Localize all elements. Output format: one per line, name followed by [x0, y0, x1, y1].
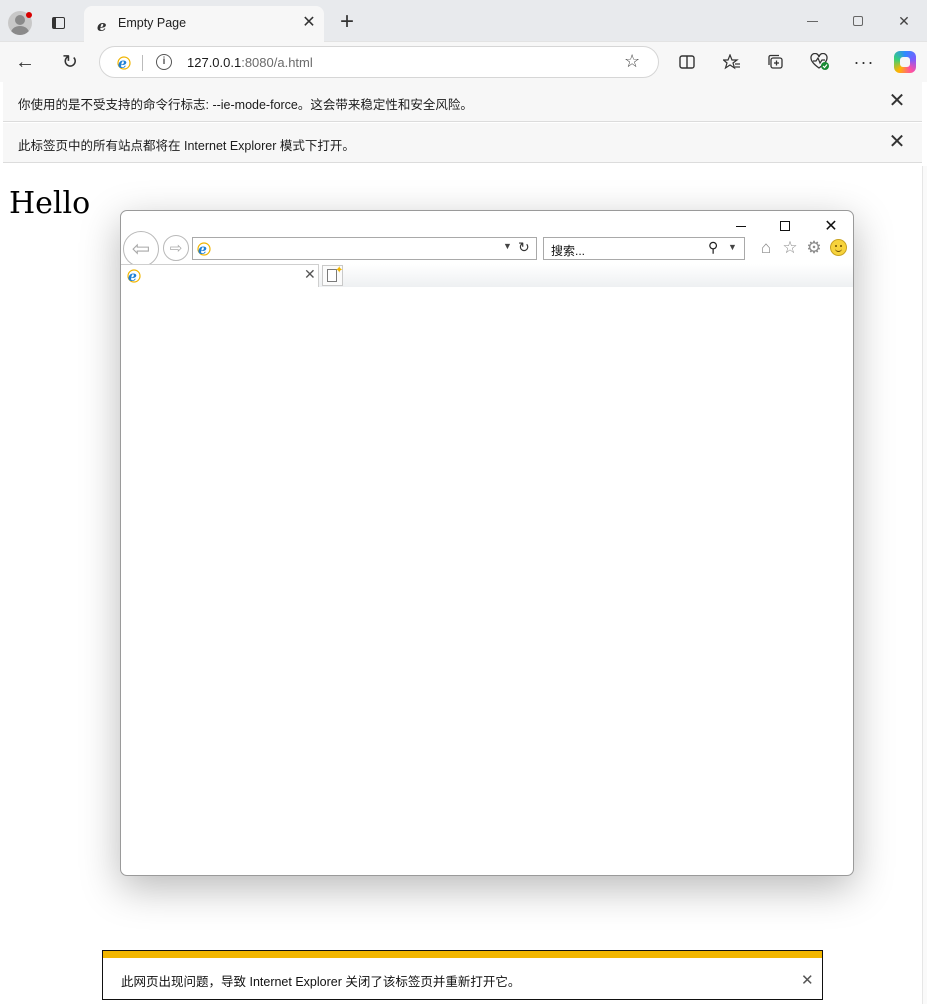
chevron-down-icon[interactable]: ▼ — [728, 242, 737, 252]
close-icon[interactable]: ✕ — [815, 215, 847, 237]
health-icon[interactable] — [805, 48, 835, 76]
notification-message: 此网页出现问题，导致 Internet Explorer 关闭了该标签页并重新打… — [121, 975, 521, 989]
refresh-icon[interactable]: ↻ — [518, 239, 530, 256]
gear-icon[interactable]: ⚙ — [804, 238, 824, 258]
maximize-icon[interactable] — [769, 215, 801, 237]
minimize-icon[interactable] — [725, 215, 757, 237]
notification-accent — [103, 951, 822, 958]
search-placeholder: 搜索... — [551, 244, 586, 258]
split-screen-icon[interactable] — [672, 48, 702, 76]
close-icon[interactable]: ✕ — [304, 266, 316, 283]
ie-crash-notification: 此网页出现问题，导致 Internet Explorer 关闭了该标签页并重新打… — [102, 950, 823, 1000]
info-icon[interactable]: i — [156, 54, 172, 70]
ie-logo-icon: e — [127, 269, 141, 283]
svg-text:e: e — [198, 242, 207, 256]
back-icon[interactable]: ⇦ — [123, 231, 159, 267]
search-icon[interactable]: ⚲ — [708, 239, 718, 256]
ie-tab[interactable]: e ✕ — [121, 264, 319, 287]
infobar-message: 你使用的是不受支持的命令行标志: --ie-mode-force。这会带来稳定性… — [18, 98, 473, 112]
page-scroll-edge — [922, 166, 927, 1004]
close-icon[interactable]: ✕ — [886, 90, 908, 112]
url-host: 127.0.0.1 — [187, 55, 242, 70]
ie-logo-icon: e — [117, 56, 131, 70]
infobar-unsupported-flag: 你使用的是不受支持的命令行标志: --ie-mode-force。这会带来稳定性… — [3, 82, 922, 122]
address-bar[interactable]: e i 127.0.0.1:8080/a.html ☆ — [99, 46, 659, 78]
tab-title: Empty Page — [118, 16, 187, 30]
ie-logo-icon: e — [97, 17, 107, 33]
profile-notification-dot — [26, 12, 32, 18]
maximize-icon[interactable] — [835, 8, 881, 34]
new-tab-icon[interactable]: ✦ — [322, 265, 343, 286]
copilot-icon[interactable] — [894, 51, 916, 73]
close-icon[interactable]: ✕ — [801, 971, 814, 989]
address-separator — [142, 55, 143, 71]
chevron-down-icon[interactable]: ▼ — [503, 241, 512, 251]
star-icon[interactable]: ☆ — [624, 51, 640, 72]
back-icon[interactable]: ← — [10, 48, 40, 76]
ie-tab-row: e ✕ ✦ — [121, 264, 853, 287]
page-heading: Hello — [9, 186, 91, 221]
infobar-ie-mode: 此标签页中的所有站点都将在 Internet Explorer 模式下打开。 ✕ — [3, 123, 922, 163]
ie-search-box[interactable]: 搜索... ⚲ ▼ — [543, 237, 745, 260]
ie-logo-icon: e — [197, 242, 211, 256]
ie-window: ✕ ⇦ ⇨ e ▼ ↻ 搜索... ⚲ ▼ ⌂ ☆ ⚙ e ✕ ✦ — [120, 210, 854, 876]
infobar-message: 此标签页中的所有站点都将在 Internet Explorer 模式下打开。 — [18, 139, 355, 153]
url-path: :8080/a.html — [241, 55, 313, 70]
svg-text:e: e — [128, 269, 137, 283]
edge-toolbar: ← ↻ e i 127.0.0.1:8080/a.html ☆ ··· — [0, 42, 927, 82]
svg-text:e: e — [97, 17, 107, 33]
more-icon[interactable]: ··· — [849, 48, 879, 76]
favorites-icon[interactable] — [717, 48, 747, 76]
home-icon[interactable]: ⌂ — [756, 238, 776, 258]
svg-text:e: e — [118, 56, 127, 70]
close-icon[interactable]: ✕ — [300, 14, 318, 32]
star-icon[interactable]: ☆ — [780, 238, 800, 258]
ie-address-bar[interactable]: e ▼ ↻ — [192, 237, 537, 260]
close-icon[interactable]: ✕ — [886, 131, 908, 153]
browser-tab[interactable]: e Empty Page ✕ — [84, 6, 324, 42]
minimize-icon[interactable] — [789, 8, 835, 34]
tab-actions-icon[interactable] — [44, 11, 72, 35]
new-tab-icon[interactable]: + — [334, 10, 360, 36]
collections-icon[interactable] — [761, 48, 791, 76]
forward-icon[interactable]: ⇨ — [163, 235, 189, 261]
close-window-icon[interactable]: ✕ — [881, 8, 927, 34]
url-text[interactable]: 127.0.0.1:8080/a.html — [187, 55, 313, 70]
refresh-icon[interactable]: ↻ — [55, 48, 85, 76]
edge-tab-strip: e Empty Page ✕ + ✕ — [0, 0, 927, 42]
smiley-icon[interactable] — [830, 239, 847, 256]
